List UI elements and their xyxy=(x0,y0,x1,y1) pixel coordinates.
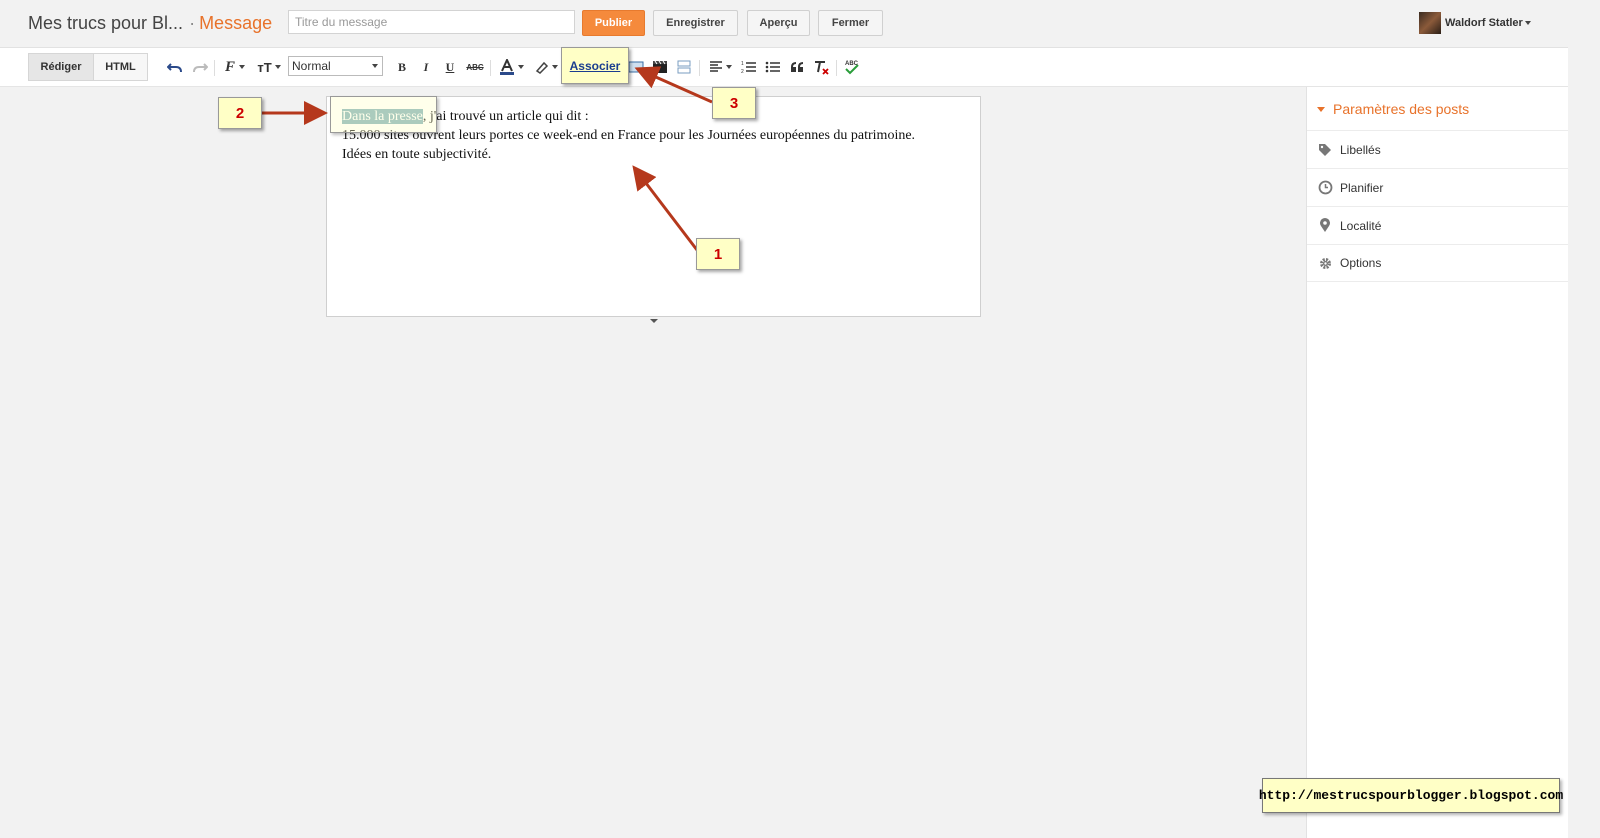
watermark-url: http://mestrucspourblogger.blogspot.com xyxy=(1259,778,1563,813)
annotation-note-3: 3 xyxy=(712,87,756,119)
selection-highlight-box xyxy=(330,96,437,133)
annotation-note-1: 1 xyxy=(696,238,740,270)
arrow-1 xyxy=(632,165,699,251)
annotation-note-2: 2 xyxy=(218,97,262,129)
link-button[interactable]: Associer xyxy=(561,47,629,84)
arrow-3 xyxy=(634,66,713,104)
